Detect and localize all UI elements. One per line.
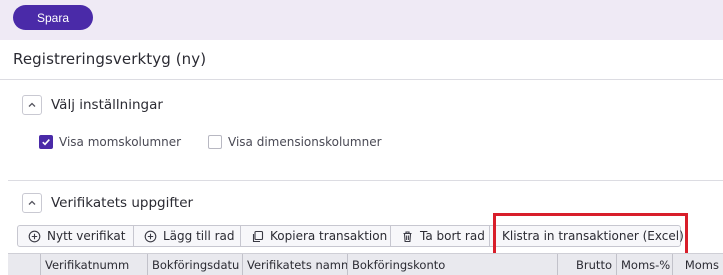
dimension-columns-checkbox[interactable]: [208, 135, 222, 149]
transactions-grid-header: Verifikatnumm Bokföringsdatu Verifikatet…: [8, 253, 723, 275]
column-header-voucher-number[interactable]: Verifikatnumm: [41, 254, 148, 275]
dimension-columns-label: Visa dimensionskolumner: [228, 135, 382, 149]
vat-columns-checkbox[interactable]: [39, 135, 53, 149]
vat-columns-option[interactable]: Visa momskolumner: [39, 135, 181, 149]
title-divider: [0, 79, 723, 80]
voucher-toolbar: Nytt verifikat Lägg till rad Kopiera tra…: [17, 225, 684, 247]
copy-icon: [251, 230, 264, 243]
plus-circle-icon: [144, 230, 157, 243]
section-divider: [8, 180, 723, 181]
settings-section-title: Välj inställningar: [51, 97, 163, 113]
add-row-button[interactable]: Lägg till rad: [133, 225, 241, 247]
collapse-settings-button[interactable]: [22, 95, 42, 115]
paste-transactions-excel-button[interactable]: Klistra in transaktioner (Excel): [489, 225, 684, 247]
column-header-voucher-name[interactable]: Verifikatets namn: [243, 254, 348, 275]
copy-transaction-label: Kopiera transaktion: [270, 229, 388, 243]
plus-circle-icon: [28, 230, 41, 243]
collapse-voucher-button[interactable]: [22, 193, 42, 213]
dimension-columns-option[interactable]: Visa dimensionskolumner: [208, 135, 382, 149]
column-header-select[interactable]: [8, 254, 41, 275]
delete-row-label: Ta bort rad: [420, 229, 485, 243]
add-row-label: Lägg till rad: [163, 229, 235, 243]
vat-columns-label: Visa momskolumner: [59, 135, 182, 149]
new-voucher-button[interactable]: Nytt verifikat: [17, 225, 134, 247]
top-action-bar: Spara: [0, 0, 723, 40]
column-header-posting-account[interactable]: Bokföringskonto: [348, 254, 558, 275]
page-title: Registreringsverktyg (ny): [13, 50, 207, 68]
column-header-posting-date[interactable]: Bokföringsdatu: [148, 254, 243, 275]
checkmark-icon: [42, 139, 50, 146]
save-button[interactable]: Spara: [13, 5, 93, 30]
copy-transaction-button[interactable]: Kopiera transaktion: [240, 225, 391, 247]
paste-transactions-excel-label: Klistra in transaktioner (Excel): [502, 229, 684, 243]
chevron-up-icon: [28, 200, 36, 205]
trash-icon: [401, 230, 414, 243]
new-voucher-label: Nytt verifikat: [47, 229, 126, 243]
column-header-vat[interactable]: Moms: [673, 254, 723, 275]
delete-row-button[interactable]: Ta bort rad: [390, 225, 490, 247]
voucher-section-header[interactable]: Verifikatets uppgifter: [22, 193, 193, 213]
column-header-vat-percent[interactable]: Moms-%: [617, 254, 673, 275]
column-header-gross[interactable]: Brutto: [558, 254, 617, 275]
chevron-up-icon: [28, 102, 36, 107]
voucher-section-title: Verifikatets uppgifter: [51, 195, 194, 211]
settings-section-header[interactable]: Välj inställningar: [22, 95, 163, 115]
